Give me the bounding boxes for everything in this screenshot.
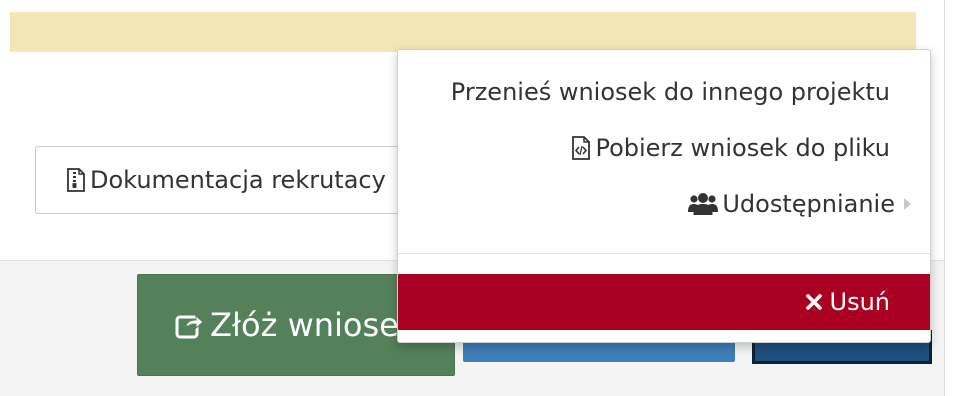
users-icon: [688, 192, 719, 216]
menu-item-delete[interactable]: Usuń: [398, 274, 930, 330]
file-code-icon: [571, 136, 591, 160]
actions-dropdown-menu: Przenieś wniosek do innego projektu Pobi…: [397, 49, 931, 343]
menu-divider: [398, 253, 930, 254]
documentation-button[interactable]: Dokumentacja rekrutacy: [35, 146, 435, 214]
share-square-icon: [174, 310, 204, 340]
file-zip-icon: [66, 168, 86, 192]
caret-right-icon: [903, 196, 912, 212]
documentation-button-label: Dokumentacja rekrutacy: [90, 166, 386, 194]
times-icon: [805, 294, 822, 310]
page: Dokumentacja rekrutacy Złóż wniose Przen…: [0, 0, 956, 396]
menu-item-label: Pobierz wniosek do pliku: [595, 134, 890, 162]
alert-bar: [10, 12, 916, 52]
menu-item-move-application[interactable]: Przenieś wniosek do innego projektu: [451, 78, 890, 106]
submit-application-label: Złóż wniose: [210, 306, 399, 344]
delete-label: Usuń: [829, 288, 891, 316]
menu-item-download-application[interactable]: Pobierz wniosek do pliku: [571, 134, 890, 162]
menu-item-label: Udostępnianie: [722, 190, 895, 218]
menu-item-label: Przenieś wniosek do innego projektu: [450, 78, 890, 106]
panel-edge: [944, 0, 945, 396]
menu-item-sharing[interactable]: Udostępnianie: [688, 190, 912, 218]
